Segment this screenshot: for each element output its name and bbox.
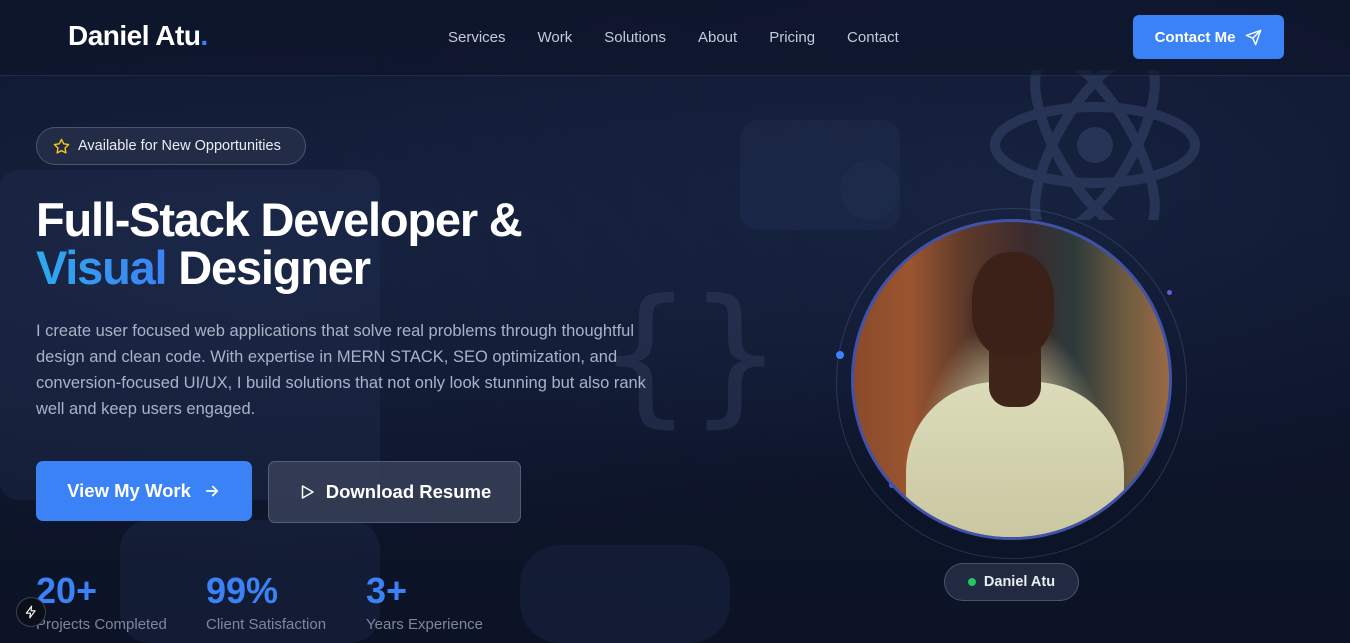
background-device-shape (840, 160, 900, 220)
headline-accent-word: Visual (36, 241, 168, 294)
contact-me-button[interactable]: Contact Me (1133, 15, 1284, 59)
stat-experience-label: Years Experience (366, 616, 484, 633)
site-logo[interactable]: Daniel Atu. (68, 20, 208, 52)
background-device-shape (520, 545, 730, 643)
stat-satisfaction-label: Client Satisfaction (206, 616, 327, 633)
stat-projects-label: Projects Completed (36, 616, 167, 633)
profile-photo-head (972, 252, 1054, 357)
download-resume-label: Download Resume (325, 481, 492, 502)
orbit-dot (1167, 290, 1172, 295)
main-nav: Services Work Solutions About Pricing Co… (448, 28, 899, 48)
play-icon (301, 485, 314, 499)
logo-dot: . (200, 20, 208, 51)
headline-line-1: Full-Stack Developer & (36, 193, 523, 246)
hero-headline: Full-Stack Developer & Visual Designer (36, 193, 523, 294)
nav-link-about[interactable]: About (698, 28, 737, 48)
arrow-right-icon (205, 485, 218, 497)
hero-intro-text: I create user focused web applications t… (36, 322, 646, 418)
online-status-dot (967, 578, 976, 586)
logo-text: Daniel Atu (68, 20, 201, 51)
nav-link-work[interactable]: Work (538, 28, 573, 48)
nav-link-solutions[interactable]: Solutions (604, 28, 666, 48)
view-my-work-button[interactable]: View My Work (36, 461, 252, 521)
view-my-work-label: View My Work (67, 480, 191, 501)
nav-link-contact[interactable]: Contact (847, 28, 899, 48)
site-header: Daniel Atu. Services Work Solutions Abou… (0, 0, 1350, 76)
download-resume-button[interactable]: Download Resume (268, 461, 521, 523)
lightning-icon (25, 605, 36, 619)
send-icon (1246, 29, 1262, 45)
availability-badge: Available for New Opportunities (36, 127, 306, 165)
stat-projects: 20+ Projects Completed (36, 570, 167, 633)
stat-satisfaction: 99% Client Satisfaction (206, 570, 326, 633)
orbit-dot (836, 351, 844, 359)
profile-photo (851, 219, 1172, 540)
profile-name-chip: Daniel Atu (944, 563, 1079, 601)
nav-link-pricing[interactable]: Pricing (769, 28, 815, 48)
dev-tools-button[interactable] (16, 597, 46, 627)
nav-link-services[interactable]: Services (448, 28, 506, 48)
star-icon (53, 138, 70, 154)
headline-line-2: Designer (178, 241, 371, 294)
react-atom-icon (990, 70, 1200, 220)
stat-experience-value: 3+ (366, 570, 408, 611)
stat-satisfaction-value: 99% (206, 570, 279, 611)
profile-name: Daniel Atu (983, 574, 1056, 590)
stat-experience: 3+ Years Experience (366, 570, 483, 633)
contact-me-label: Contact Me (1154, 28, 1236, 46)
availability-badge-text: Available for New Opportunities (78, 138, 281, 154)
stat-projects-value: 20+ (36, 570, 98, 611)
